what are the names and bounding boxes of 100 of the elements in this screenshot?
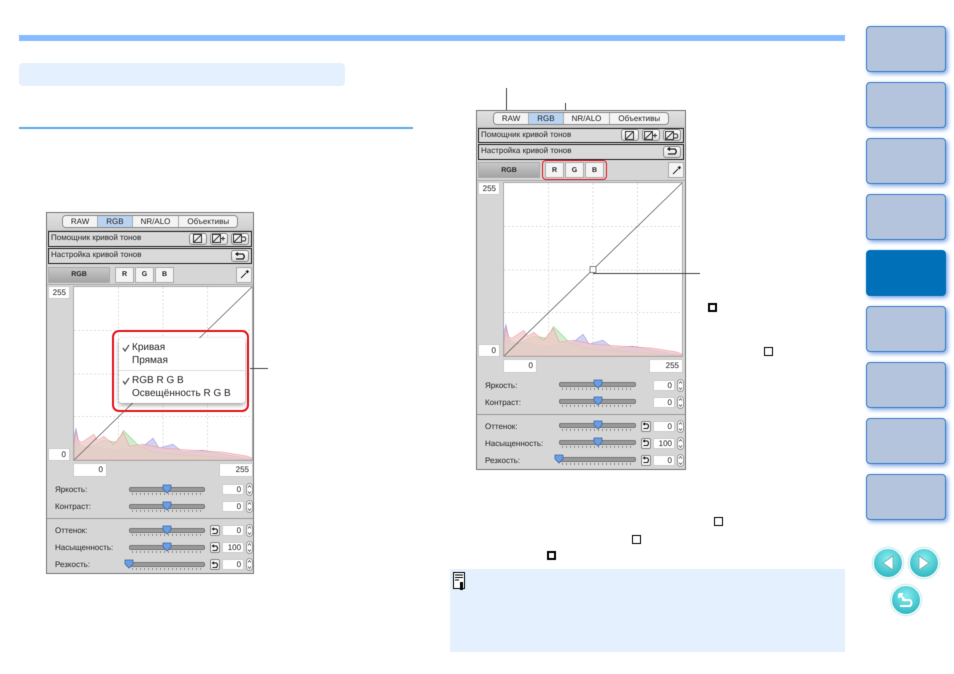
- menu-item[interactable]: RGB R G B: [132, 375, 184, 386]
- stepper-control[interactable]: [677, 420, 684, 433]
- slider-thumb[interactable]: [592, 379, 602, 390]
- stepper-control[interactable]: [677, 396, 684, 409]
- chapter-tab[interactable]: [866, 82, 946, 128]
- stepper-control[interactable]: [677, 454, 684, 467]
- value-field[interactable]: 100: [653, 438, 675, 449]
- chapter-tab[interactable]: [866, 362, 946, 408]
- output-max-field[interactable]: 255: [649, 358, 683, 373]
- value-field[interactable]: 100: [222, 542, 244, 554]
- reset-curve-button[interactable]: [231, 232, 249, 245]
- undo-icon: [642, 456, 650, 464]
- linear-curve-button[interactable]: [621, 129, 639, 142]
- slider-thumb[interactable]: [592, 420, 602, 430]
- slider-thumb[interactable]: [162, 500, 172, 511]
- tab[interactable]: RGB: [98, 216, 133, 227]
- value-field[interactable]: 0: [653, 420, 675, 432]
- slider-thumb[interactable]: [162, 542, 172, 552]
- leader-line: [506, 88, 507, 110]
- input-min-field[interactable]: 0: [478, 344, 500, 357]
- eyedropper-button[interactable]: [668, 162, 684, 178]
- chapter-tab[interactable]: [866, 418, 946, 464]
- auto-curve-button[interactable]: [210, 232, 228, 245]
- value-field[interactable]: 0: [653, 380, 675, 391]
- next-page-button[interactable]: [909, 548, 939, 578]
- output-max-field[interactable]: 255: [219, 463, 253, 478]
- reset-button[interactable]: [210, 542, 220, 554]
- chapter-tab[interactable]: [866, 138, 946, 184]
- stepper-control[interactable]: [246, 524, 253, 538]
- value-field[interactable]: 0: [653, 396, 675, 408]
- reset-button[interactable]: [210, 559, 220, 570]
- stepper-control[interactable]: [246, 483, 253, 496]
- slider-label: Резкость:: [55, 560, 92, 570]
- undo-icon: [211, 526, 220, 535]
- slider-label: Контраст:: [485, 398, 522, 407]
- undo-icon: [666, 147, 678, 156]
- slider-thumb[interactable]: [554, 454, 564, 464]
- value-field[interactable]: 0: [222, 501, 244, 512]
- stepper-control[interactable]: [246, 500, 253, 514]
- undo-icon: [642, 422, 650, 430]
- reset-button[interactable]: [210, 525, 220, 536]
- section-label: Настройка кривой тонов: [480, 145, 572, 156]
- value-field[interactable]: 0: [653, 454, 675, 466]
- reset-button[interactable]: [231, 250, 249, 262]
- output-min-field[interactable]: 0: [503, 358, 537, 373]
- slider-thumb[interactable]: [162, 524, 172, 535]
- output-min-field[interactable]: 0: [73, 463, 107, 478]
- slider-label: Яркость:: [485, 380, 518, 390]
- square-icon: [547, 551, 556, 560]
- stepper-control[interactable]: [246, 541, 253, 554]
- tab[interactable]: RAW: [494, 113, 530, 124]
- reset-button[interactable]: [641, 438, 651, 449]
- tab[interactable]: RAW: [62, 216, 98, 227]
- reset-button[interactable]: [641, 420, 651, 432]
- stepper-control[interactable]: [246, 558, 253, 572]
- chapter-tab[interactable]: [866, 474, 946, 520]
- slider-thumb[interactable]: [124, 558, 134, 569]
- eyedropper-icon: [672, 166, 680, 175]
- curve-point[interactable]: [590, 266, 596, 273]
- menu-item[interactable]: Кривая: [132, 342, 166, 354]
- undo-icon: [642, 439, 650, 448]
- input-max-field[interactable]: 255: [478, 182, 500, 195]
- input-max-field[interactable]: 255: [48, 286, 70, 300]
- curve-undo-icon: [233, 234, 247, 244]
- left-arrow-icon: [881, 555, 895, 571]
- curve-undo-icon: [665, 130, 679, 140]
- menu-item[interactable]: Прямая: [132, 355, 168, 366]
- chapter-tab[interactable]: [866, 26, 946, 72]
- section-label: Настройка кривой тонов: [50, 248, 142, 260]
- reset-curve-button[interactable]: [663, 129, 681, 142]
- undo-icon: [211, 544, 220, 552]
- slider-label: Резкость:: [485, 456, 522, 465]
- section-label: Помощник кривой тонов: [480, 128, 572, 140]
- menu-item[interactable]: Освещённость R G B: [132, 388, 231, 400]
- slider-label: Яркость:: [55, 485, 88, 494]
- square-icon: [714, 517, 723, 526]
- linear-curve-button[interactable]: [189, 232, 207, 245]
- auto-curve-button[interactable]: [642, 129, 660, 142]
- curve-plus-icon: [644, 130, 658, 140]
- input-min-field[interactable]: 0: [48, 448, 70, 462]
- eyedropper-button[interactable]: [236, 266, 252, 283]
- slider-thumb[interactable]: [592, 437, 602, 448]
- square-icon: [764, 347, 773, 356]
- reset-button[interactable]: [641, 454, 651, 466]
- chapter-tab[interactable]: [866, 306, 946, 352]
- chapter-tab[interactable]: [866, 194, 946, 240]
- value-field[interactable]: 0: [222, 559, 244, 570]
- slider-label: Насыщенность:: [485, 438, 544, 448]
- reset-button[interactable]: [663, 146, 681, 158]
- tab[interactable]: RGB: [529, 113, 564, 124]
- slider-thumb[interactable]: [592, 396, 602, 406]
- return-button[interactable]: [891, 585, 921, 615]
- stepper-control[interactable]: [677, 378, 684, 392]
- value-field[interactable]: 0: [222, 484, 244, 496]
- previous-page-button[interactable]: [873, 548, 903, 578]
- value-field[interactable]: 0: [222, 525, 244, 536]
- return-icon: [897, 592, 915, 608]
- slider-thumb[interactable]: [162, 484, 172, 494]
- stepper-control[interactable]: [677, 436, 684, 450]
- slider-label: Оттенок:: [55, 526, 88, 536]
